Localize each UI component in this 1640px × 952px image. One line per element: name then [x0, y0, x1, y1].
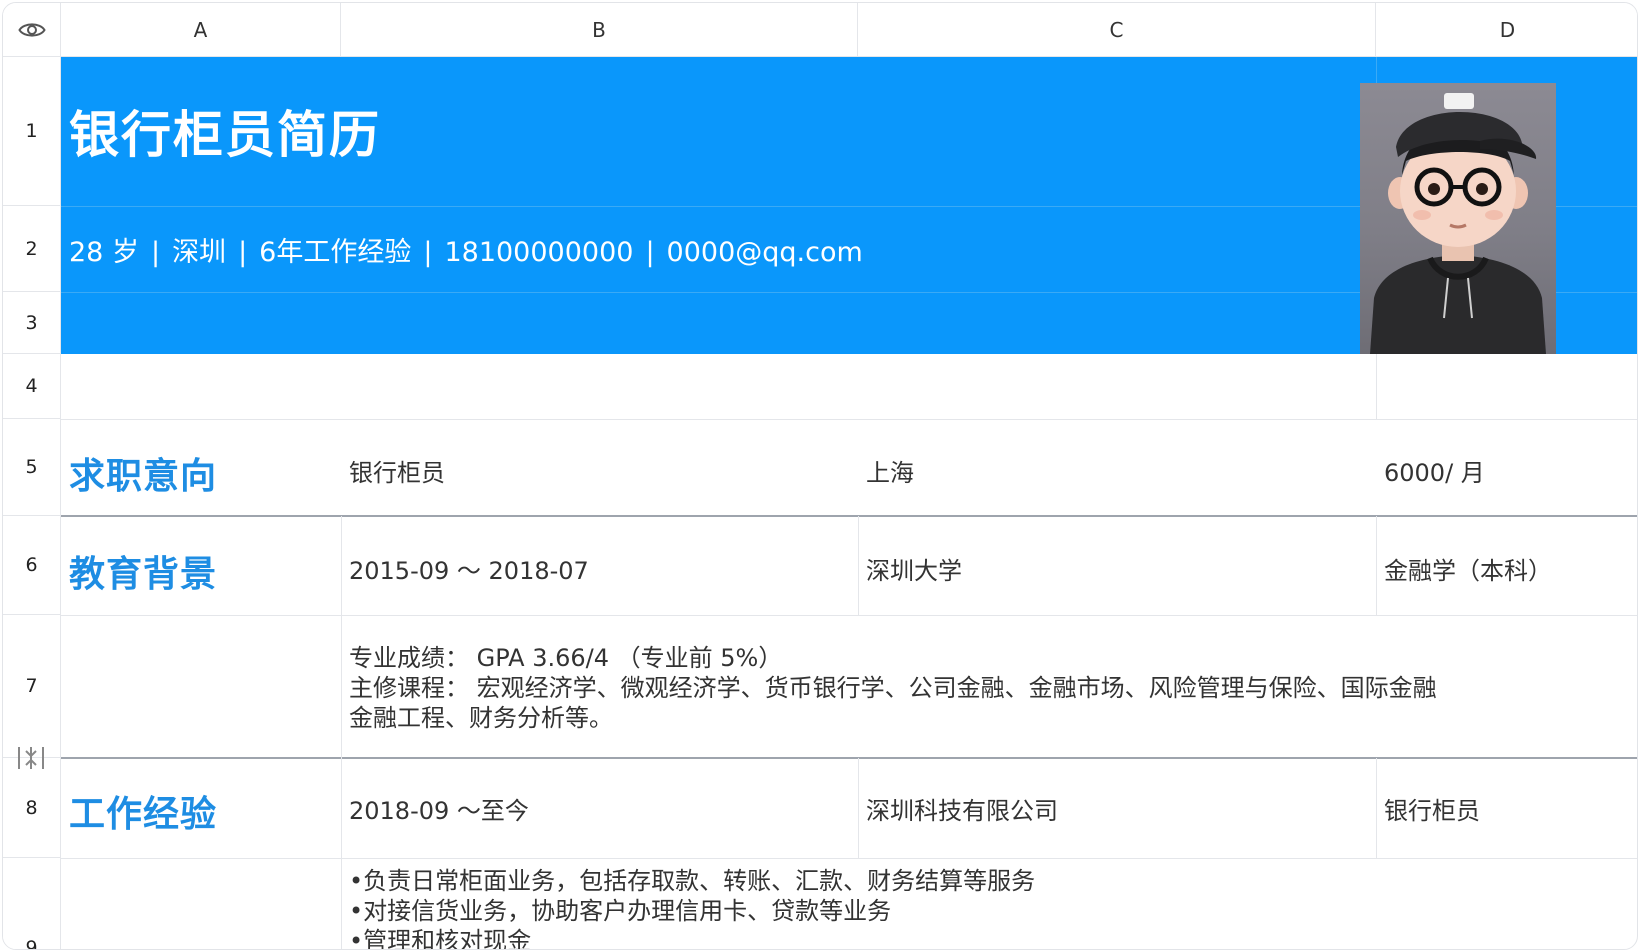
email: 0000@qq.com — [666, 237, 863, 268]
spreadsheet: A B C D 1 2 3 4 5 6 7 8 9 银行柜员简历 28 岁 | 深圳… — [2, 2, 1638, 950]
education-school[interactable]: 深圳大学 — [866, 551, 962, 586]
job-intent-salary[interactable]: 6000/ 月 — [1384, 453, 1485, 488]
education-major[interactable]: 金融学（本科） — [1384, 551, 1552, 586]
age: 28 岁 — [69, 237, 139, 268]
row-header-8[interactable]: 8 — [3, 758, 61, 858]
work-detail-line: •对接信货业务，协助客户办理信用卡、贷款等业务 — [349, 897, 892, 925]
row-header-4[interactable]: 4 — [3, 354, 61, 419]
row-header-1[interactable]: 1 — [3, 57, 61, 206]
education-period[interactable]: 2015-09 ～ 2018-07 — [349, 551, 589, 586]
avatar[interactable] — [1360, 83, 1556, 354]
work-period[interactable]: 2018-09 ～至今 — [349, 791, 529, 826]
eye-icon — [17, 22, 46, 37]
column-header-b[interactable]: B — [341, 3, 858, 57]
work-detail-line: •管理和核对现金 — [349, 927, 532, 950]
column-header-a[interactable]: A — [61, 3, 341, 57]
resume-title[interactable]: 银行柜员简历 — [69, 95, 381, 167]
row-header-3[interactable]: 3 — [3, 292, 61, 354]
personal-info[interactable]: 28 岁 | 深圳 | 6年工作经验 | 18100000000 | 0000@qq.com — [69, 230, 863, 269]
education-detail-line: 专业成绩： GPA 3.66/4 （专业前 5%） — [349, 644, 783, 672]
work-title[interactable]: 工作经验 — [69, 785, 217, 837]
education-title[interactable]: 教育背景 — [69, 545, 217, 597]
job-intent-title[interactable]: 求职意向 — [69, 447, 217, 499]
education-detail-line: 金融工程、财务分析等。 — [349, 704, 613, 732]
work-company[interactable]: 深圳科技有限公司 — [866, 791, 1058, 826]
row-resize-icon[interactable] — [17, 745, 45, 771]
row-header-6[interactable]: 6 — [3, 516, 61, 615]
column-header-d[interactable]: D — [1376, 3, 1637, 57]
row-header-7[interactable]: 7 — [3, 615, 61, 758]
city: 深圳 — [172, 237, 227, 268]
work-details[interactable]: •负责日常柜面业务，包括存取款、转账、汇款、财务结算等服务 •对接信货业务，协助… — [349, 866, 1036, 950]
row-header-5[interactable]: 5 — [3, 419, 61, 516]
avatar-illustration — [1370, 93, 1546, 354]
row-header-2[interactable]: 2 — [3, 206, 61, 292]
visibility-toggle[interactable] — [3, 3, 61, 57]
experience-years: 6年工作经验 — [259, 237, 412, 268]
work-detail-line: •负责日常柜面业务，包括存取款、转账、汇款、财务结算等服务 — [349, 867, 1036, 895]
education-details[interactable]: 专业成绩： GPA 3.66/4 （专业前 5%） 主修课程： 宏观经济学、微观… — [349, 643, 1437, 733]
phone: 18100000000 — [444, 237, 634, 268]
job-intent-city[interactable]: 上海 — [866, 453, 914, 488]
row-header-9[interactable]: 9 — [3, 858, 61, 950]
column-header-c[interactable]: C — [858, 3, 1376, 57]
education-detail-line: 主修课程： 宏观经济学、微观经济学、货币银行学、公司金融、金融市场、风险管理与保… — [349, 674, 1437, 702]
work-role[interactable]: 银行柜员 — [1384, 791, 1480, 826]
row-number: 9 — [25, 937, 38, 950]
job-intent-position[interactable]: 银行柜员 — [349, 453, 445, 488]
